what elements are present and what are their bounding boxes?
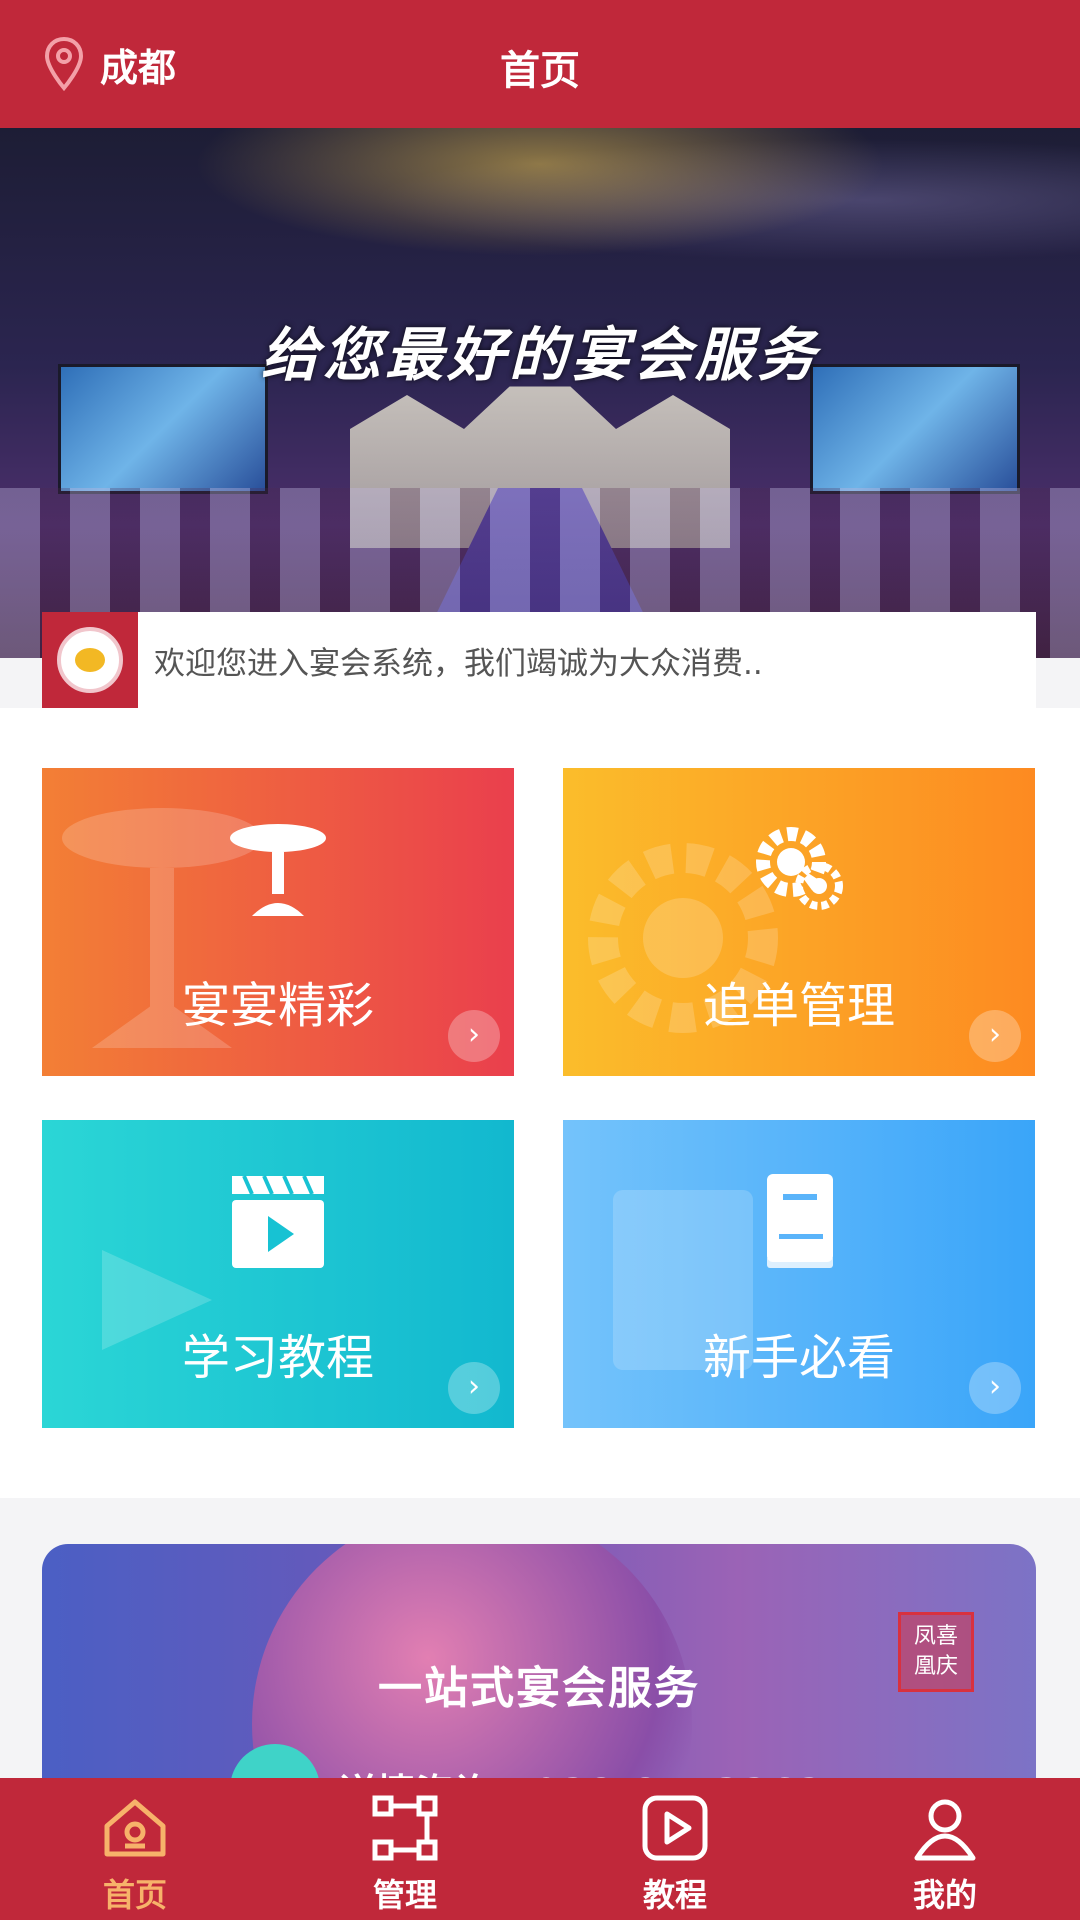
top-bar: 成都 首页 [0, 0, 1080, 128]
tab-tutorial[interactable]: 教程 [540, 1778, 810, 1920]
tab-home[interactable]: 首页 [0, 1778, 270, 1920]
tile-order-tracking[interactable]: 追单管理 › [563, 768, 1035, 1076]
play-icon [642, 1795, 708, 1861]
chevron-right-icon[interactable]: › [448, 1010, 500, 1062]
book-icon [767, 1174, 833, 1268]
tab-label: 我的 [912, 1876, 977, 1914]
notice-bar[interactable]: 欢迎您进入宴会系统，我们竭诚为大众消费.. [42, 612, 1036, 708]
tile-label: 新手必看 [702, 1330, 895, 1386]
seal-stamp: 凤喜凰庆 [898, 1612, 974, 1692]
bottom-tab-bar: 首页 管理 教程 我的 [0, 1778, 1080, 1920]
tile-label: 学习教程 [181, 1330, 374, 1386]
video-clapper-icon [232, 1175, 324, 1268]
tab-mine[interactable]: 我的 [810, 1778, 1080, 1920]
tab-label: 首页 [102, 1876, 167, 1914]
tab-manage[interactable]: 管理 [270, 1778, 540, 1920]
tile-label: 追单管理 [702, 978, 895, 1034]
chevron-right-icon[interactable]: › [969, 1362, 1021, 1414]
tile-label: 宴宴精彩 [181, 978, 374, 1034]
tile-beginners-guide[interactable]: 新手必看 › [563, 1120, 1035, 1428]
manage-icon [372, 1795, 438, 1861]
chevron-right-icon[interactable]: › [969, 1010, 1021, 1062]
chevron-right-icon[interactable]: › [448, 1362, 500, 1414]
promo-title: 一站式宴会服务 [378, 1663, 700, 1714]
hero-banner[interactable]: 给您最好的宴会服务 [0, 128, 1080, 658]
gear-icon [756, 827, 843, 910]
tab-label: 教程 [642, 1876, 707, 1914]
tab-label: 管理 [372, 1876, 437, 1914]
notice-text: 欢迎您进入宴会系统，我们竭诚为大众消费.. [154, 645, 763, 682]
banquet-table-icon [230, 824, 326, 916]
tile-tutorials[interactable]: 学习教程 › [42, 1120, 514, 1428]
notice-icon [42, 612, 138, 708]
page-title: 首页 [500, 48, 580, 94]
home-icon [104, 1799, 166, 1857]
user-icon [914, 1799, 976, 1861]
banner-ceiling-lights [0, 128, 1080, 308]
banner-slogan: 给您最好的宴会服务 [260, 321, 819, 389]
tile-banquet-highlights[interactable]: 宴宴精彩 › [42, 768, 514, 1076]
